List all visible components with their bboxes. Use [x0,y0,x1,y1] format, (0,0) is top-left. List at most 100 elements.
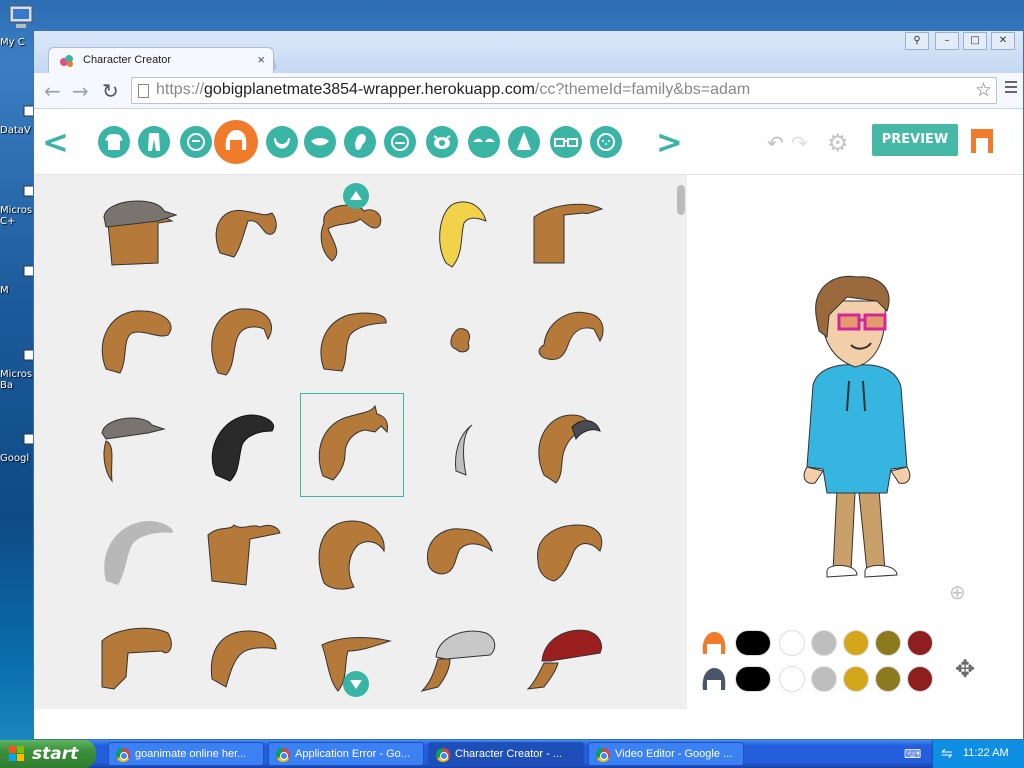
color-swatch-maroon[interactable] [907,630,933,656]
taskbar-item-label: goanimate online her... [135,748,247,760]
category-eyes-icon[interactable] [426,126,458,158]
taskbar-item-active[interactable]: Character Creator - ... [428,742,584,766]
url-scheme: https:// [156,81,205,98]
taskbar-item[interactable]: Application Error - Go... [268,742,424,766]
user-profile-icon[interactable]: ⚲ [905,32,929,50]
hair-option[interactable] [516,397,620,501]
color-swatch-gray[interactable] [811,630,837,656]
hair-option[interactable] [408,609,512,709]
color-swatch-gold[interactable] [843,666,869,692]
settings-gear-icon[interactable]: ⚙ [827,129,849,157]
desktop-icon-datav[interactable]: DataV [0,92,36,136]
shortcut-icon [23,265,35,277]
category-ear-icon[interactable] [344,126,376,158]
keyboard-icon[interactable]: ⌨ [904,747,921,761]
network-icon[interactable]: ⇋ [941,745,953,762]
hair-option[interactable] [408,291,512,395]
hair-option[interactable] [192,503,296,607]
windows-flag-icon [9,746,24,761]
hair-option[interactable] [408,397,512,501]
hair-option[interactable] [516,185,620,289]
category-hair-icon[interactable] [214,120,258,164]
desktop-icon-microsoft-basic[interactable]: Micros Ba [0,336,36,391]
taskbar-item-label: Application Error - Go... [295,748,410,760]
start-button[interactable]: start [0,740,96,768]
save-icon[interactable] [971,129,993,153]
hair-option[interactable] [84,397,188,501]
character-figure [803,275,911,578]
category-mouth-icon[interactable] [304,126,336,158]
hair-option[interactable] [84,609,188,709]
category-eyebrows-icon[interactable] [468,126,500,158]
color-swatch-maroon[interactable] [907,666,933,692]
browser-menu-icon[interactable] [1005,81,1017,96]
back-arrow-icon[interactable]: ← [44,79,61,103]
address-bar[interactable]: https://gobigplanetmate3854-wrapper.hero… [131,77,997,104]
hair-option-selected[interactable] [300,393,404,497]
desktop-icon-microsoft-cpp[interactable]: Micros C+ [0,172,36,227]
hair-option[interactable] [408,185,512,289]
hair-option[interactable] [192,291,296,395]
selected-color-dropdown[interactable] [735,630,771,656]
desktop-icon-google[interactable]: Googl [0,420,36,464]
taskbar-item[interactable]: Video Editor - Google ... [588,742,744,766]
redo-icon[interactable]: ↷ [791,131,808,155]
chrome-icon [276,748,290,762]
selected-color-dropdown[interactable] [735,666,771,692]
color-swatch-gray[interactable] [811,666,837,692]
maximize-window-icon[interactable]: □ [963,32,987,50]
hair-option[interactable] [300,503,404,607]
color-swatch-olive[interactable] [875,630,901,656]
hair-option[interactable] [408,503,512,607]
hair-option[interactable] [300,291,404,395]
category-face-line-icon[interactable] [384,126,416,158]
desktop-icon-my-computer[interactable]: My C [0,4,36,48]
grid-scrollbar[interactable] [677,185,685,215]
tab-close-icon[interactable]: × [257,52,265,67]
hair-option[interactable] [192,397,296,501]
zoom-magnifier-icon[interactable]: ⊕ [949,580,966,604]
color-swatch-olive[interactable] [875,666,901,692]
hair-option[interactable] [516,609,620,709]
clock[interactable]: 11:22 AM [963,747,1009,759]
chrome-icon [596,748,610,762]
category-prev-chevron-icon[interactable]: < [42,123,69,161]
tab-character-creator[interactable]: Character Creator × [48,47,274,73]
hair-option[interactable] [192,185,296,289]
category-nose-icon[interactable] [508,126,540,158]
character-creator-app: < > ↶ ↷ ⚙ PREVIEW ⊕ ✥ [34,109,1023,739]
hair-accent-target-icon [702,668,726,690]
category-glasses-icon[interactable] [550,126,582,158]
category-freckles-icon[interactable] [590,126,622,158]
scroll-up-button[interactable] [343,183,369,209]
hair-option[interactable] [192,609,296,709]
browser-titlebar: Character Creator × ⚲ – □ ✕ [34,31,1023,73]
category-facial-hair-icon[interactable] [266,126,298,158]
hair-option[interactable] [84,185,188,289]
category-next-chevron-icon[interactable]: > [656,123,683,161]
bookmark-star-icon[interactable]: ☆ [975,79,992,102]
reload-icon[interactable]: ↻ [102,79,119,103]
hair-option[interactable] [516,503,620,607]
minimize-window-icon[interactable]: – [935,32,959,50]
category-shirt-icon[interactable] [98,126,130,158]
hair-option[interactable] [516,291,620,395]
desktop-icon-m[interactable]: M [0,252,36,296]
shortcut-icon [23,433,35,445]
color-swatch-white[interactable] [779,666,805,692]
color-swatch-white[interactable] [779,630,805,656]
category-pants-icon[interactable] [138,126,170,158]
shortcut-icon [23,105,35,117]
close-window-icon[interactable]: ✕ [991,32,1015,50]
hair-option[interactable] [84,291,188,395]
undo-icon[interactable]: ↶ [767,131,784,155]
preview-button[interactable]: PREVIEW [872,124,958,156]
category-face-shape-icon[interactable] [180,126,212,158]
move-arrows-icon[interactable]: ✥ [955,655,975,683]
scroll-down-button[interactable] [343,671,369,697]
chrome-icon [116,748,130,762]
taskbar-item[interactable]: goanimate online her... [108,742,264,766]
hair-option[interactable] [84,503,188,607]
color-swatch-gold[interactable] [843,630,869,656]
forward-arrow-icon[interactable]: → [72,79,89,103]
